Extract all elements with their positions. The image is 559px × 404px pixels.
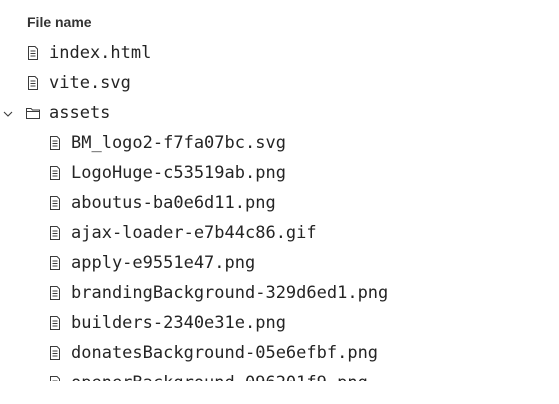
file-icon: [47, 315, 63, 331]
file-tree: File name index.html vite.svg assets BM_log…: [0, 0, 559, 404]
tree-file-row[interactable]: brandingBackground-329d6ed1.png: [0, 278, 559, 308]
file-name: brandingBackground-329d6ed1.png: [71, 283, 389, 303]
file-name: ajax-loader-e7b44c86.gif: [71, 223, 317, 243]
tree-file-row[interactable]: index.html: [0, 38, 559, 68]
tree-file-row[interactable]: openerBackground-096201f9.png: [0, 368, 559, 381]
tree-file-row[interactable]: aboutus-ba0e6d11.png: [0, 188, 559, 218]
file-icon: [47, 375, 63, 381]
file-name: builders-2340e31e.png: [71, 313, 286, 333]
folder-name: assets: [49, 103, 111, 123]
file-list[interactable]: index.html vite.svg assets BM_logo2-f7fa07b…: [0, 38, 559, 381]
file-icon: [47, 165, 63, 181]
tree-file-row[interactable]: builders-2340e31e.png: [0, 308, 559, 338]
file-name: apply-e9551e47.png: [71, 253, 256, 273]
file-icon: [47, 345, 63, 361]
tree-file-row[interactable]: apply-e9551e47.png: [0, 248, 559, 278]
tree-folder-row[interactable]: assets: [0, 98, 559, 128]
file-icon: [25, 75, 41, 91]
file-name: donatesBackground-05e6efbf.png: [71, 343, 379, 363]
tree-file-row[interactable]: donatesBackground-05e6efbf.png: [0, 338, 559, 368]
tree-file-row[interactable]: vite.svg: [0, 68, 559, 98]
file-icon: [47, 225, 63, 241]
tree-file-row[interactable]: ajax-loader-e7b44c86.gif: [0, 218, 559, 248]
folder-icon: [25, 105, 41, 121]
file-icon: [47, 195, 63, 211]
file-icon: [47, 135, 63, 151]
chevron-down-icon[interactable]: [2, 107, 14, 119]
file-name: index.html: [49, 43, 152, 63]
column-header-file-name: File name: [27, 14, 92, 30]
file-name: BM_logo2-f7fa07bc.svg: [71, 133, 286, 153]
file-icon: [47, 255, 63, 271]
file-name: openerBackground-096201f9.png: [71, 368, 368, 381]
file-icon: [25, 45, 41, 61]
tree-file-row[interactable]: LogoHuge-c53519ab.png: [0, 158, 559, 188]
file-name: aboutus-ba0e6d11.png: [71, 193, 276, 213]
file-name: LogoHuge-c53519ab.png: [71, 163, 286, 183]
file-name: vite.svg: [49, 73, 131, 93]
file-icon: [47, 285, 63, 301]
tree-file-row[interactable]: BM_logo2-f7fa07bc.svg: [0, 128, 559, 158]
